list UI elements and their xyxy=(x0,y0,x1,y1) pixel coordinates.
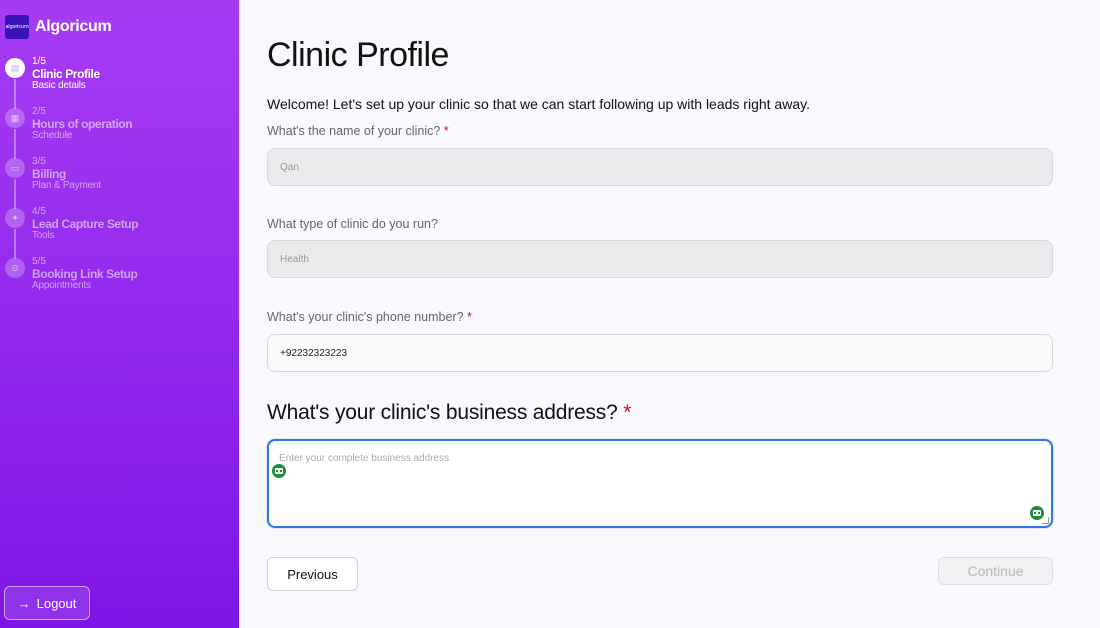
address-heading-text: What's your clinic's business address? xyxy=(267,401,618,424)
link-icon: ⊙ xyxy=(5,258,25,278)
main-content: Clinic Profile Welcome! Let's set up you… xyxy=(239,0,1100,628)
step-connector xyxy=(14,229,16,259)
step-connector xyxy=(14,179,16,209)
arrow-right-icon: → xyxy=(17,595,31,611)
address-textarea[interactable]: Enter your complete business address xyxy=(267,439,1053,528)
step-subtitle: Plan & Payment xyxy=(32,180,101,191)
step-number: 5/5 xyxy=(32,256,46,267)
step-text: 4/5 Lead Capture Setup Tools xyxy=(32,206,139,241)
step-text: 2/5 Hours of operation Schedule xyxy=(32,106,133,141)
step-title: Clinic Profile xyxy=(32,67,100,81)
address-placeholder: Enter your complete business address xyxy=(279,453,450,464)
step-title: Billing xyxy=(32,167,66,181)
sidebar: algoricum Algoricum ▤ 1/5 Clinic Profile… xyxy=(0,0,239,628)
step-subtitle: Appointments xyxy=(32,280,91,291)
required-mark: * xyxy=(623,401,632,424)
phone-input[interactable]: +92232323223 xyxy=(267,334,1053,372)
step-clinic-profile[interactable]: ▤ 1/5 Clinic Profile Basic details xyxy=(0,57,239,109)
clinic-name-input[interactable]: Qan xyxy=(267,148,1053,186)
step-subtitle: Schedule xyxy=(32,130,73,141)
clinic-type-label: What type of clinic do you run? xyxy=(267,217,438,231)
clinic-name-label: What's the name of your clinic? * xyxy=(267,124,449,138)
step-number: 3/5 xyxy=(32,156,46,167)
step-title: Lead Capture Setup xyxy=(32,217,139,231)
continue-button[interactable]: Continue xyxy=(938,557,1053,585)
step-title: Hours of operation xyxy=(32,117,133,131)
step-billing[interactable]: ▭ 3/5 Billing Plan & Payment xyxy=(0,157,239,209)
credit-card-icon: ▭ xyxy=(5,158,25,178)
step-connector xyxy=(14,79,16,109)
step-connector xyxy=(14,129,16,159)
step-text: 5/5 Booking Link Setup Appointments xyxy=(32,256,138,291)
brand[interactable]: algoricum Algoricum xyxy=(5,15,112,39)
previous-button[interactable]: Previous xyxy=(267,557,358,591)
address-heading: What's your clinic's business address? * xyxy=(267,401,631,425)
brand-logo: algoricum xyxy=(5,15,29,39)
clinic-type-input[interactable]: Health xyxy=(267,240,1053,278)
onboarding-steps: ▤ 1/5 Clinic Profile Basic details ▦ 2/5… xyxy=(0,57,239,307)
logout-button[interactable]: → Logout xyxy=(4,586,90,620)
clinic-name-value: Qan xyxy=(280,161,299,173)
clinic-name-label-text: What's the name of your clinic? xyxy=(267,124,441,138)
phone-label-text: What's your clinic's phone number? xyxy=(267,310,464,324)
resize-handle[interactable] xyxy=(1042,517,1049,524)
step-text: 1/5 Clinic Profile Basic details xyxy=(32,57,100,91)
step-number: 2/5 xyxy=(32,106,46,117)
calendar-icon: ▦ xyxy=(5,108,25,128)
step-hours-of-operation[interactable]: ▦ 2/5 Hours of operation Schedule xyxy=(0,106,239,159)
clipboard-icon: ▤ xyxy=(5,58,25,78)
step-text: 3/5 Billing Plan & Payment xyxy=(32,157,101,191)
welcome-text: Welcome! Let's set up your clinic so tha… xyxy=(267,96,810,112)
required-mark: * xyxy=(467,310,472,324)
brand-name: Algoricum xyxy=(35,18,112,35)
clinic-type-value: Health xyxy=(280,253,309,265)
step-subtitle: Basic details xyxy=(32,80,86,91)
step-lead-capture-setup[interactable]: ✦ 4/5 Lead Capture Setup Tools xyxy=(0,206,239,259)
step-booking-link-setup[interactable]: ⊙ 5/5 Booking Link Setup Appointments xyxy=(0,257,239,307)
step-number: 4/5 xyxy=(32,206,46,217)
phone-value: +92232323223 xyxy=(280,347,348,359)
step-title: Booking Link Setup xyxy=(32,267,138,281)
required-mark: * xyxy=(443,124,449,138)
phone-label: What's your clinic's phone number? * xyxy=(267,310,472,324)
logout-label: Logout xyxy=(36,595,77,611)
page-title: Clinic Profile xyxy=(267,36,449,74)
step-number: 1/5 xyxy=(32,56,46,67)
magnet-icon: ✦ xyxy=(5,208,25,228)
grammar-assistant-icon[interactable] xyxy=(271,463,287,479)
step-subtitle: Tools xyxy=(32,230,55,241)
